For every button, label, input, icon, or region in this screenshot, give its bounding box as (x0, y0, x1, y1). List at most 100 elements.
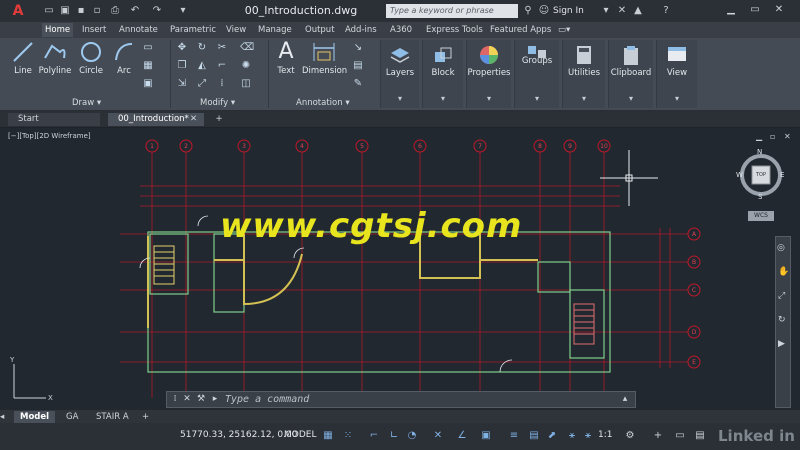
tab-home[interactable]: Home (42, 23, 74, 37)
share-icon[interactable]: ▾ (176, 4, 190, 18)
draw-panel-label[interactable]: Draw ▾ (72, 97, 101, 109)
annotation-visibility-icon[interactable]: ⚹ (566, 429, 578, 443)
boundary-icon[interactable]: ▣ (142, 78, 154, 90)
sign-in-button[interactable]: Sign In (553, 4, 584, 18)
modify-panel-label[interactable]: Modify ▾ (200, 97, 235, 109)
saveas-icon[interactable]: ▫ (90, 4, 104, 18)
explode-icon[interactable]: ✺ (240, 60, 252, 72)
workspace-gear-icon[interactable]: ⚙ (624, 429, 636, 443)
annotation-monitor-icon[interactable]: + (652, 429, 664, 443)
drag-handle-icon[interactable]: ⁞ (169, 393, 181, 406)
tab-express-tools[interactable]: Express Tools (426, 23, 483, 37)
tab-manage[interactable]: Manage (258, 23, 292, 37)
coordinates-readout[interactable]: 51770.33, 25162.12, 0.00 (180, 430, 297, 440)
table-icon[interactable]: ▤ (352, 60, 364, 72)
circle-tool-button[interactable]: Circle (76, 40, 106, 76)
tab-parametric[interactable]: Parametric (170, 23, 216, 37)
ribbon-options-icon[interactable]: ▭▾ (558, 23, 570, 37)
line-tool-button[interactable]: Line (8, 40, 38, 76)
stretch-icon[interactable]: ⇲ (176, 78, 188, 90)
full-navigation-wheel-icon[interactable]: ◎ (777, 243, 785, 253)
mirror-icon[interactable]: ◭ (196, 60, 208, 72)
tab-output[interactable]: Output (305, 23, 335, 37)
chevron-down-icon[interactable]: ▾ (600, 4, 612, 18)
annotation-scale[interactable]: 1:1 (598, 430, 612, 440)
undo-icon[interactable]: ↶ (128, 4, 142, 18)
layout-scroll-icon[interactable]: ◂ (0, 411, 6, 423)
viewcube[interactable]: TOP N S E W (736, 148, 786, 208)
exchange-icon[interactable]: ✕ (616, 4, 628, 18)
quick-properties-icon[interactable]: ▤ (694, 429, 706, 443)
clipboard-panel-button[interactable]: Clipboard ▾ (608, 40, 653, 108)
tab-view[interactable]: View (226, 23, 246, 37)
new-icon[interactable]: ▭ (42, 4, 56, 18)
tab-model[interactable]: Model (14, 411, 56, 423)
move-icon[interactable]: ✥ (176, 42, 188, 54)
help-icon[interactable]: ? (660, 4, 672, 18)
recent-commands-icon[interactable]: ▸ (209, 393, 221, 406)
minimize-icon[interactable]: ▁ (722, 3, 740, 17)
command-line[interactable]: ⁞ ✕ ⚒ ▸ Type a command ▴ (166, 391, 636, 408)
command-input[interactable]: Type a command (225, 392, 309, 407)
tab-annotate[interactable]: Annotate (119, 23, 158, 37)
rectangle-icon[interactable]: ▭ (142, 42, 154, 54)
close-tab-icon[interactable]: ✕ (190, 113, 202, 126)
open-icon[interactable]: ▣ (58, 4, 72, 18)
markup-icon[interactable]: ✎ (352, 78, 364, 90)
new-tab-plus-icon[interactable]: + (212, 113, 226, 126)
binoculars-icon[interactable]: ⚲ (522, 4, 534, 18)
zoom-extents-icon[interactable]: ⤢ (778, 291, 785, 301)
rotate-icon[interactable]: ↻ (196, 42, 208, 54)
close-icon[interactable]: ✕ (770, 3, 788, 17)
scale-icon[interactable]: ⤢ (196, 78, 208, 90)
groups-panel-button[interactable]: Groups ▾ (514, 40, 559, 108)
snap-icon[interactable]: ⁙ (342, 429, 354, 443)
arc-tool-button[interactable]: Arc (110, 40, 138, 76)
orbit-icon[interactable]: ↻ (778, 315, 786, 325)
properties-panel-button[interactable]: Properties ▾ (466, 40, 511, 108)
array-icon[interactable]: ⁞ (216, 78, 228, 90)
lineweight-icon[interactable]: ≡ (508, 429, 520, 443)
polar-tracking-icon[interactable]: ◔ (406, 429, 418, 443)
user-icon[interactable]: ☺ (538, 4, 550, 18)
units-icon[interactable]: ▭ (674, 429, 686, 443)
hatch-icon[interactable]: ▦ (142, 60, 154, 72)
close-command-icon[interactable]: ✕ (181, 393, 193, 406)
fillet-icon[interactable]: ⌐ (216, 60, 228, 72)
view-panel-button[interactable]: View ▾ (656, 40, 697, 108)
offset-icon[interactable]: ◫ (240, 78, 252, 90)
tab-a360[interactable]: A360 (390, 23, 412, 37)
tab-start[interactable]: Start (8, 113, 100, 126)
grid-icon[interactable]: ▦ (322, 429, 334, 443)
isodraft-icon[interactable]: ✕ (432, 429, 444, 443)
object-snap-icon[interactable]: ▣ (480, 429, 492, 443)
new-layout-plus-icon[interactable]: + (142, 411, 149, 423)
navigation-bar[interactable]: ◎ ✋ ⤢ ↻ ▶ (775, 236, 791, 408)
viewcube-top-face[interactable]: TOP (752, 172, 770, 178)
redo-icon[interactable]: ↷ (150, 4, 164, 18)
maximize-icon[interactable]: ▭ (746, 3, 764, 17)
print-icon[interactable]: ⎙ (108, 4, 122, 18)
block-panel-button[interactable]: Block ▾ (422, 40, 463, 108)
selection-cycling-icon[interactable]: ⬈ (546, 429, 558, 443)
a360-icon[interactable]: ▲ (632, 4, 644, 18)
wcs-menu[interactable]: WCS (748, 211, 774, 221)
search-input[interactable]: Type a keyword or phrase (386, 4, 518, 18)
leader-icon[interactable]: ↘ (352, 42, 364, 54)
tab-featured-apps[interactable]: Featured Apps (490, 23, 551, 37)
utilities-panel-button[interactable]: Utilities ▾ (562, 40, 605, 108)
tab-stair-a[interactable]: STAIR A (96, 411, 129, 423)
object-snap-tracking-icon[interactable]: ∠ (456, 429, 468, 443)
ortho-icon[interactable]: ∟ (388, 429, 400, 443)
command-history-up-icon[interactable]: ▴ (619, 393, 631, 406)
drawing-viewport[interactable]: [−][Top][2D Wireframe] ▁ ▫ ✕ 1 2 3 4 5 6… (0, 128, 800, 410)
annotation-panel-label[interactable]: Annotation ▾ (296, 97, 350, 109)
autocad-logo-icon[interactable]: A (4, 2, 32, 20)
infer-constraints-icon[interactable]: ⌐ (368, 429, 380, 443)
copy-icon[interactable]: ❐ (176, 60, 188, 72)
save-icon[interactable]: ▪ (74, 4, 88, 18)
tab-insert[interactable]: Insert (82, 23, 106, 37)
showmotion-icon[interactable]: ▶ (778, 339, 785, 349)
tab-ga[interactable]: GA (66, 411, 78, 423)
layers-panel-button[interactable]: Layers ▾ (380, 40, 419, 108)
